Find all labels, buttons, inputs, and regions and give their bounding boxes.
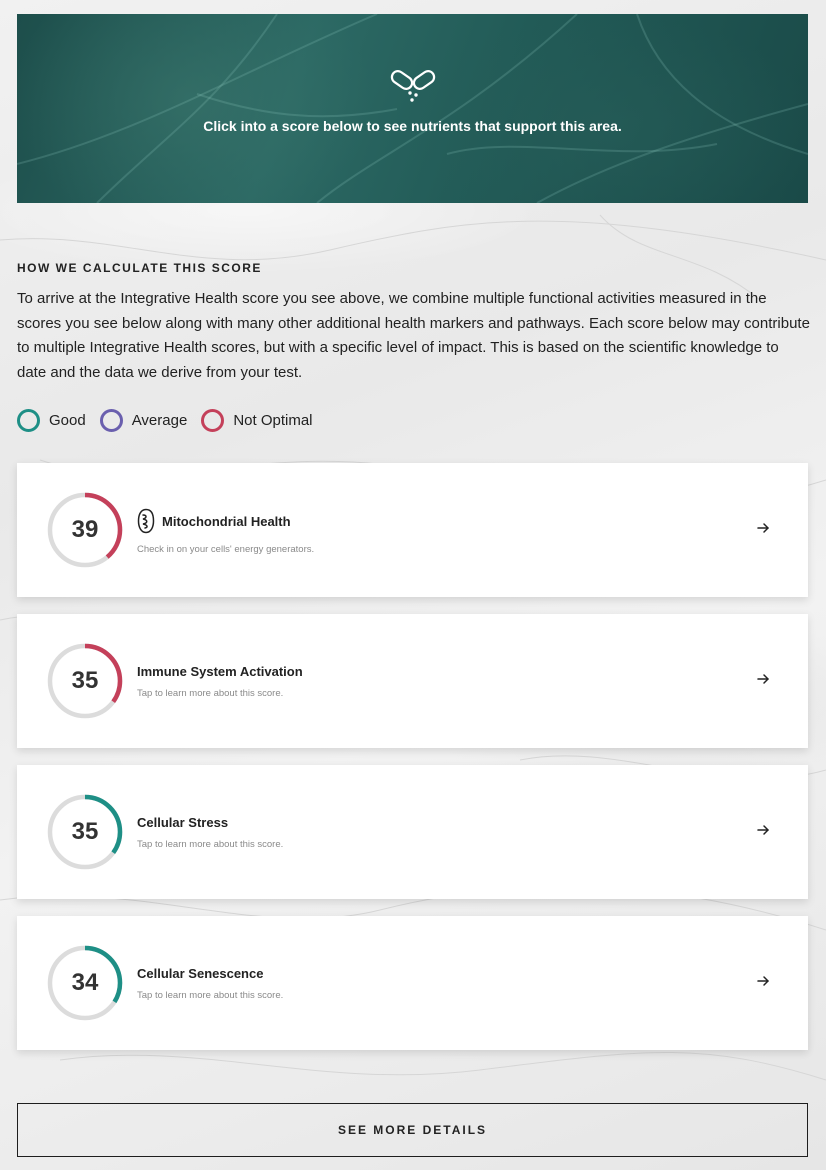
score-value: 35 [71,818,99,845]
score-subtitle: Tap to learn more about this score. [137,839,284,850]
arrow-right-icon[interactable] [756,521,770,535]
arrow-right-icon[interactable] [756,672,770,686]
section-heading: HOW WE CALCULATE THIS SCORE [17,261,262,275]
score-card-immune-system-activation[interactable]: 35 Immune System Activation Tap to learn… [17,614,808,748]
score-legend: Good Average Not Optimal [17,409,327,432]
legend-label: Average [131,412,188,429]
legend-average: Average [99,409,188,432]
score-card-cellular-stress[interactable]: 35 Cellular Stress Tap to learn more abo… [17,765,808,899]
legend-label: Not Optimal [233,412,313,429]
see-more-details-button[interactable]: SEE MORE DETAILS [17,1103,808,1157]
legend-good: Good [17,409,86,432]
score-subtitle: Check in on your cells' energy generator… [137,544,315,555]
score-title: Cellular Stress [137,815,229,830]
score-card-mitochondrial-health[interactable]: 39 Mitochondrial Health Check in on your… [17,463,808,597]
capsules-icon [390,70,436,102]
not-optimal-ring-icon [201,409,225,432]
hero-banner: Click into a score below to see nutrient… [17,14,808,203]
arrow-right-icon[interactable] [756,974,770,988]
score-subtitle: Tap to learn more about this score. [137,688,284,699]
score-value: 35 [71,667,99,694]
score-title: Mitochondrial Health [162,513,291,529]
arrow-right-icon[interactable] [756,823,770,837]
score-value: 34 [71,969,99,996]
score-card-cellular-senescence[interactable]: 34 Cellular Senescence Tap to learn more… [17,916,808,1050]
legend-label: Good [49,412,86,429]
good-ring-icon [17,409,40,432]
score-title: Immune System Activation [137,664,303,679]
score-value: 39 [71,516,99,543]
section-description: To arrive at the Integrative Health scor… [17,290,810,381]
average-ring-icon [99,409,123,432]
mitochondria-icon [137,508,155,534]
legend-not-optimal: Not Optimal [201,409,313,432]
hero-message: Click into a score below to see nutrient… [203,118,622,134]
score-title: Cellular Senescence [137,966,264,981]
score-subtitle: Tap to learn more about this score. [137,990,284,1001]
